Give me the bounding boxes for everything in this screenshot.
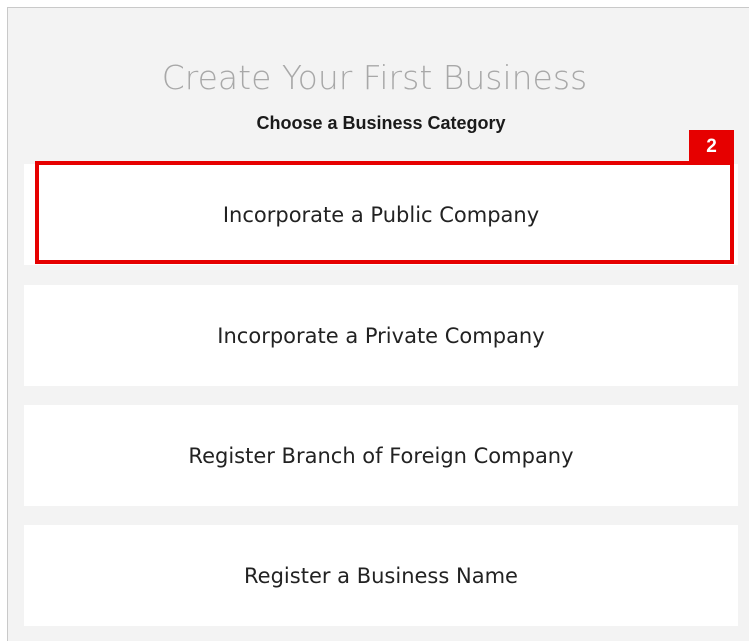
category-option-label: Register Branch of Foreign Company	[188, 443, 574, 468]
page-title: Create Your First Business	[161, 58, 588, 97]
category-option-foreign-branch[interactable]: Register Branch of Foreign Company	[24, 405, 738, 506]
category-option-label: Incorporate a Private Company	[217, 323, 545, 348]
step-number-badge: 2	[689, 130, 734, 164]
page-subtitle: Choose a Business Category	[256, 113, 506, 133]
category-option-label: Register a Business Name	[244, 563, 518, 588]
category-option-public-company[interactable]: Incorporate a Public Company	[24, 164, 738, 265]
category-option-business-name[interactable]: Register a Business Name	[24, 525, 738, 626]
category-option-private-company[interactable]: Incorporate a Private Company	[24, 285, 738, 386]
category-option-label: Incorporate a Public Company	[222, 202, 540, 227]
